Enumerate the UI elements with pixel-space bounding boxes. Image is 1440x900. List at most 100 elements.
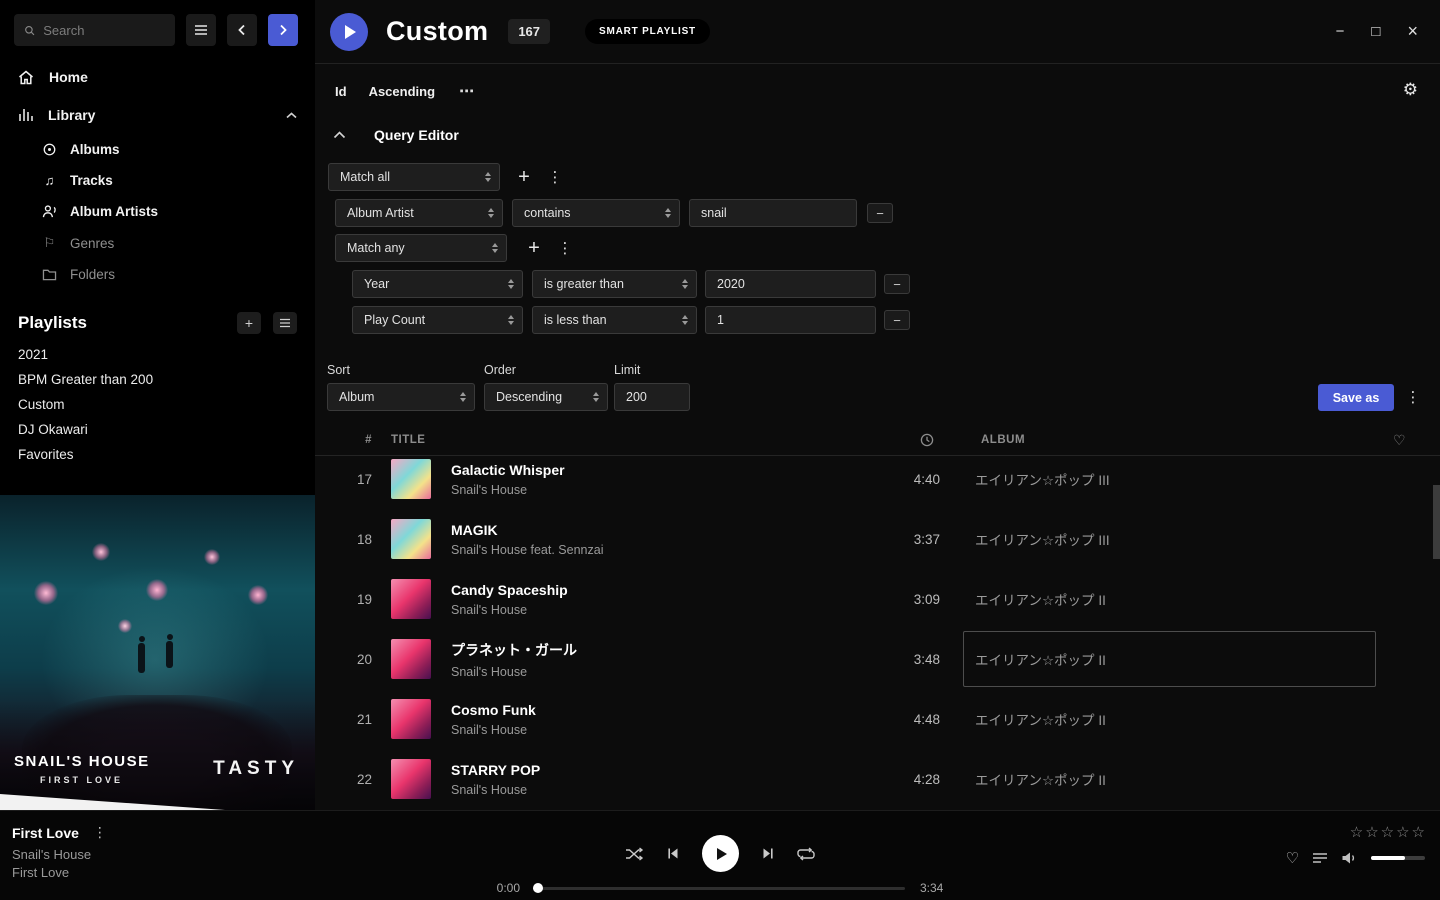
seek-handle[interactable] [533,883,543,893]
play-button[interactable] [702,835,739,872]
nav-forward-button[interactable] [268,14,298,46]
scrollbar-thumb[interactable] [1433,485,1440,559]
volume-icon[interactable] [1341,851,1358,865]
save-menu-button[interactable]: ⋮ [1403,386,1423,408]
minimize-button[interactable]: − [1336,23,1345,40]
shuffle-button[interactable] [625,847,644,861]
close-button[interactable]: × [1407,21,1418,42]
seek-bar[interactable] [535,887,905,890]
sidebar-item-album-artists[interactable]: Album Artists [0,196,315,227]
track-row[interactable]: 22 STARRY POP Snail's House 4:28 エイリアン☆ポ… [315,749,1440,809]
track-album-cell[interactable]: エイリアン☆ポップ II [975,749,1390,809]
sidebar-item-home[interactable]: Home [0,58,315,96]
playlist-item[interactable]: DJ Okawari [0,417,315,442]
track-row[interactable]: 21 Cosmo Funk Snail's House 4:48 エイリアン☆ポ… [315,689,1440,749]
sidebar-item-label: Home [49,69,88,85]
playlist-list-button[interactable] [273,312,297,334]
next-button[interactable] [761,847,775,860]
group-match-type-select[interactable]: Match any [335,234,507,262]
column-header-duration-icon[interactable] [920,433,934,450]
column-header-title[interactable]: TITLE [391,434,425,446]
star-icon[interactable]: ☆ [1412,823,1425,841]
lantern-glow [34,581,58,605]
playlist-item[interactable]: 2021 [0,342,315,367]
sidebar-item-library[interactable]: Library [0,96,315,134]
previous-button[interactable] [666,847,680,860]
track-row[interactable]: 20 プラネット・ガール Snail's House 3:48 エイリアン☆ポッ… [315,629,1440,689]
star-icon[interactable]: ☆ [1396,823,1409,841]
music-note-icon: ♫ [42,173,57,188]
now-playing-menu-button[interactable]: ⋮ [93,824,107,841]
repeat-button[interactable] [797,847,815,861]
track-table-header: # TITLE ALBUM ♡ [315,427,1440,456]
favorite-button[interactable]: ♡ [1286,849,1299,867]
more-options-button[interactable]: ⋯ [459,82,475,100]
sort-field-button[interactable]: Id [335,84,347,99]
queue-button[interactable] [1312,852,1328,864]
limit-input[interactable] [614,383,690,411]
track-album-cell[interactable]: エイリアン☆ポップ II [975,569,1390,629]
add-group-rule-button[interactable]: + [521,235,547,261]
column-header-favorite-icon[interactable]: ♡ [1393,432,1406,449]
sidebar-item-folders[interactable]: Folders [0,259,315,290]
settings-gear-icon[interactable]: ⚙ [1403,80,1418,100]
track-album-cell[interactable]: エイリアン☆ポップ II [975,689,1390,749]
rule-value-input[interactable] [705,306,876,334]
column-header-index[interactable]: # [315,434,372,446]
sidebar-item-albums[interactable]: Albums [0,134,315,165]
rule-field-select[interactable]: Year [352,270,523,298]
star-icon[interactable]: ☆ [1350,823,1363,841]
track-album-cell[interactable]: エイリアン☆ポップ II [975,629,1390,689]
track-art [391,579,431,619]
rule-operator-select[interactable]: is greater than [532,270,697,298]
match-type-select[interactable]: Match all [328,163,500,191]
playlist-item[interactable]: BPM Greater than 200 [0,367,315,392]
main-panel: Custom 167 SMART PLAYLIST − □ × Id Ascen… [315,0,1440,810]
add-rule-button[interactable]: + [511,164,537,190]
maximize-button[interactable]: □ [1371,23,1380,40]
sort-select[interactable]: Album [327,383,475,411]
next-icon [761,847,775,860]
collapse-query-editor-button[interactable] [333,131,346,139]
star-icon[interactable]: ☆ [1381,823,1394,841]
order-select[interactable]: Descending [484,383,608,411]
track-row[interactable]: 17 Galactic Whisper Snail's House 4:40 エ… [315,457,1440,509]
track-artist: Snail's House [451,665,870,679]
sidebar-item-genres[interactable]: ⚐ Genres [0,227,315,259]
playlists-header: Playlists + [0,290,315,342]
rule-operator-select[interactable]: is less than [532,306,697,334]
column-header-album[interactable]: ALBUM [981,434,1025,446]
rule-field-select[interactable]: Album Artist [335,199,503,227]
playlist-item[interactable]: Custom [0,392,315,417]
star-icon[interactable]: ☆ [1365,823,1378,841]
track-row[interactable]: 18 MAGIK Snail's House feat. Sennzai 3:3… [315,509,1440,569]
rule-value-input[interactable] [689,199,857,227]
nav-back-button[interactable] [227,14,257,46]
search-input[interactable] [43,23,165,38]
menu-button[interactable] [186,14,216,46]
track-album-cell[interactable]: エイリアン☆ポップ III [975,457,1390,509]
sidebar-item-tracks[interactable]: ♫ Tracks [0,165,315,196]
rule-field-select[interactable]: Play Count [352,306,523,334]
remove-rule-button[interactable]: − [884,310,910,330]
add-playlist-button[interactable]: + [237,312,261,334]
track-row[interactable]: 19 Candy Spaceship Snail's House 3:09 エイ… [315,569,1440,629]
track-album-cell[interactable]: エイリアン☆ポップ III [975,509,1390,569]
queue-icon [1312,852,1328,864]
play-playlist-button[interactable] [330,13,368,51]
rule-group-menu-button[interactable]: ⋮ [545,166,565,188]
speaker-icon [1341,851,1358,865]
search-box[interactable] [14,14,175,46]
playlist-item[interactable]: Favorites [0,442,315,467]
rule-value-input[interactable] [705,270,876,298]
chevron-up-icon[interactable] [286,112,297,119]
shuffle-icon [625,847,644,861]
sort-direction-button[interactable]: Ascending [369,84,435,99]
rule-operator-select[interactable]: contains [512,199,680,227]
remove-rule-button[interactable]: − [884,274,910,294]
minus-icon: − [876,206,884,221]
group-menu-button[interactable]: ⋮ [555,237,575,259]
volume-slider[interactable] [1371,856,1425,860]
save-as-button[interactable]: Save as [1318,384,1394,411]
remove-rule-button[interactable]: − [867,203,893,223]
